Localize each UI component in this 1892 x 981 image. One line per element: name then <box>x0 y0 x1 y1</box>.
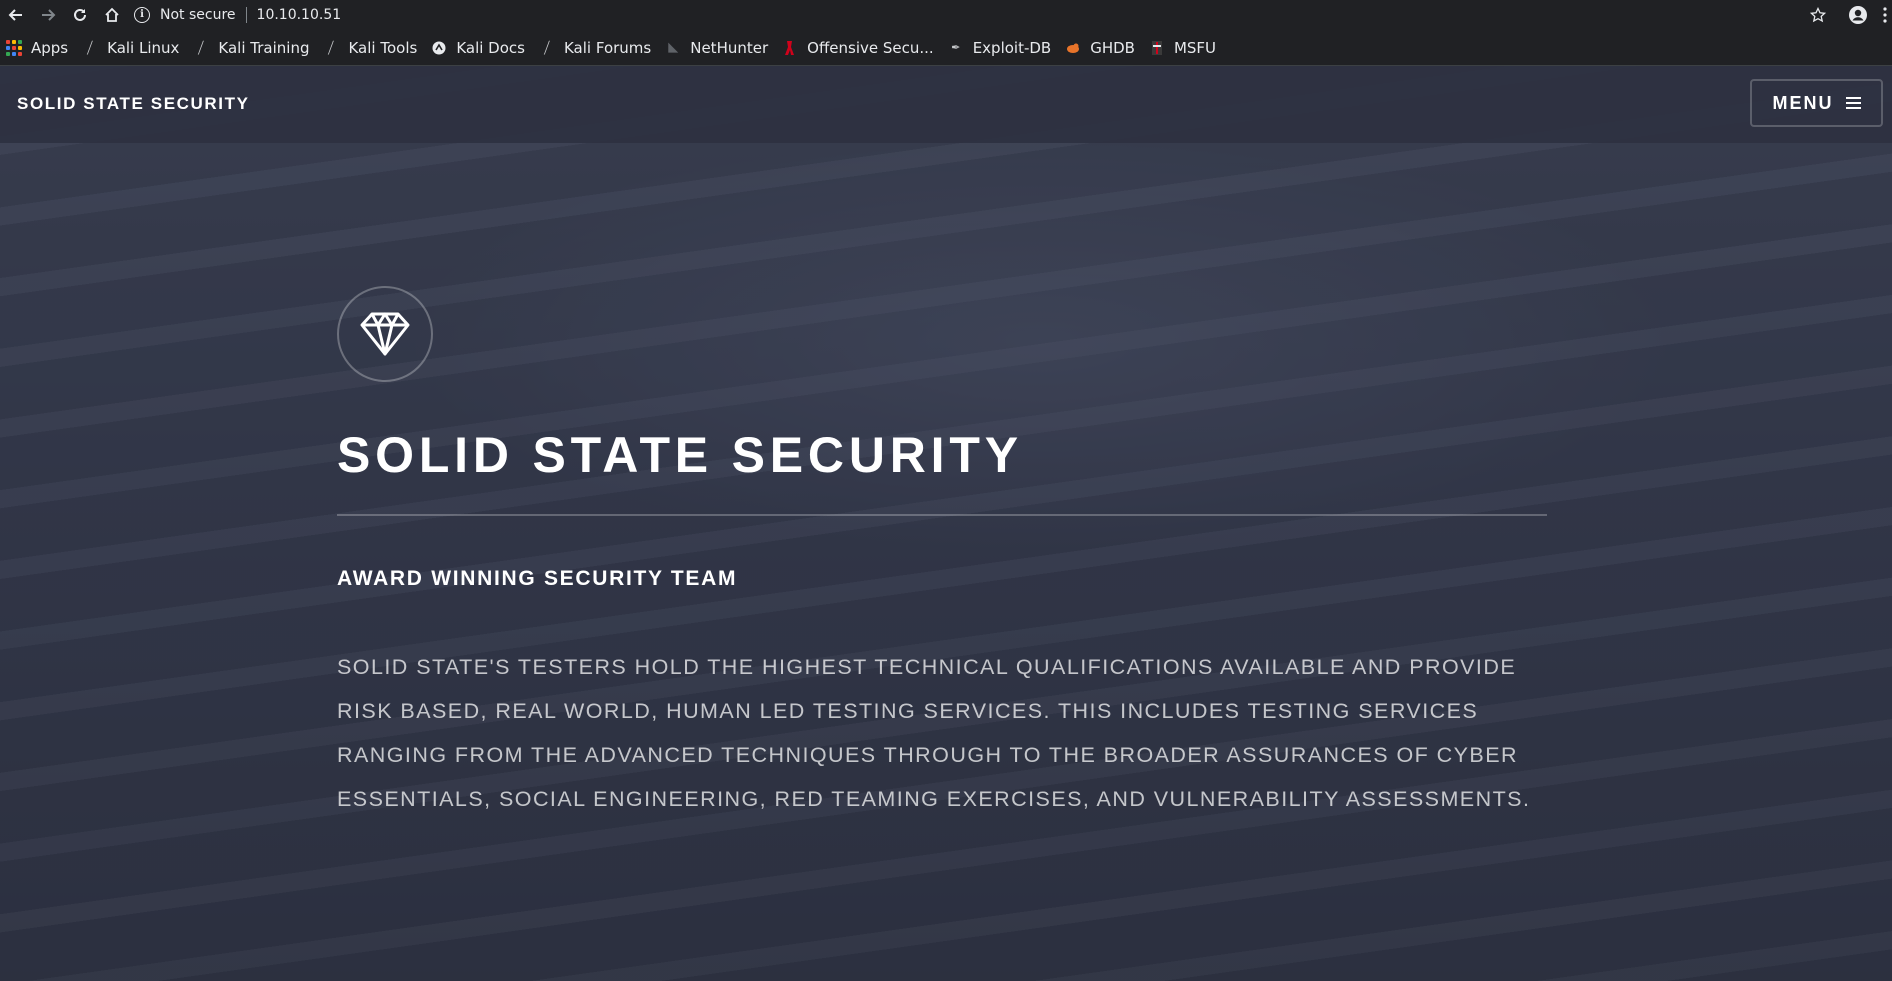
hamburger-icon <box>1845 97 1861 109</box>
page-subtitle: AWARD WINNING SECURITY TEAM <box>337 567 738 590</box>
bookmark-label: Kali Docs <box>456 38 525 57</box>
home-button[interactable] <box>96 0 128 30</box>
exploit-db-icon: ✒ <box>951 41 961 54</box>
forward-arrow-icon <box>42 9 56 21</box>
site-logo[interactable]: SOLID STATE SECURITY <box>17 94 250 114</box>
bookmark-kali-linux[interactable]: ⟋ Kali Linux <box>76 34 187 62</box>
bookmark-label: Exploit-DB <box>972 38 1052 57</box>
star-icon <box>1810 7 1826 23</box>
bookmark-kali-forums[interactable]: ⟋ Kali Forums <box>533 34 659 62</box>
title-divider <box>337 514 1547 516</box>
omnibox-separator <box>245 7 247 23</box>
profile-button[interactable] <box>1838 0 1878 30</box>
hero-description: SOLID STATE'S TESTERS HOLD THE HIGHEST T… <box>337 655 1531 811</box>
reload-button[interactable] <box>64 0 96 30</box>
back-button[interactable] <box>0 0 32 30</box>
reload-icon <box>74 8 86 21</box>
ghdb-icon <box>1065 40 1081 56</box>
offsec-icon <box>782 40 798 56</box>
kali-dragon-icon: ⟋ <box>193 37 210 58</box>
msfu-icon <box>1149 40 1165 56</box>
bookmark-label: GHDB <box>1090 38 1135 57</box>
bookmark-label: MSFU <box>1173 38 1217 57</box>
bookmark-label: Kali Linux <box>107 38 180 57</box>
menu-label: MENU <box>1772 92 1834 113</box>
bookmark-ghdb[interactable]: GHDB <box>1059 34 1143 62</box>
bookmark-label: Apps <box>31 38 69 57</box>
toolbar-right-actions <box>1798 0 1892 30</box>
bookmark-exploit-db[interactable]: ✒ Exploit-DB <box>942 34 1060 62</box>
kali-docs-icon <box>431 40 447 56</box>
bookmark-label: NetHunter <box>690 38 769 57</box>
address-bar[interactable]: i Not secure 10.10.10.51 <box>134 3 341 27</box>
kali-dragon-icon: ⟋ <box>82 37 99 58</box>
page-title: SOLID STATE SECURITY <box>337 427 1023 483</box>
diamond-icon <box>360 312 410 356</box>
kali-dragon-icon: ⟋ <box>323 37 340 58</box>
bookmark-label: Kali Training <box>218 38 310 57</box>
back-arrow-icon <box>8 9 22 21</box>
bookmark-kali-docs[interactable]: Kali Docs <box>425 34 533 62</box>
more-vert-icon <box>1883 7 1887 23</box>
bookmark-star-button[interactable] <box>1798 0 1838 30</box>
bookmark-label: Kali Forums <box>563 38 652 57</box>
bookmark-label: Offensive Secu... <box>807 38 934 57</box>
url-text: 10.10.10.51 <box>256 7 342 23</box>
hero-overlay <box>0 66 1892 981</box>
forward-button[interactable] <box>32 0 64 30</box>
bookmark-msfu[interactable]: MSFU <box>1143 34 1224 62</box>
bookmark-label: Kali Tools <box>348 38 418 57</box>
bookmark-offensive-security[interactable]: Offensive Secu... <box>776 34 942 62</box>
kali-dragon-icon: ⟋ <box>538 37 555 58</box>
menu-button[interactable]: MENU <box>1750 79 1883 127</box>
browser-toolbar: i Not secure 10.10.10.51 <box>0 0 1892 30</box>
more-options-button[interactable] <box>1878 0 1892 30</box>
page-viewport: SOLID STATE SECURITY MENU SOLID STATE SE… <box>0 66 1892 981</box>
account-icon <box>1849 6 1867 24</box>
bookmark-kali-training[interactable]: ⟋ Kali Training <box>187 34 317 62</box>
bookmarks-bar: Apps ⟋ Kali Linux ⟋ Kali Training ⟋ Kali… <box>0 30 1892 66</box>
info-icon[interactable]: i <box>134 7 150 23</box>
home-icon <box>105 7 119 22</box>
nethunter-icon: ◣ <box>668 40 679 55</box>
security-label: Not secure <box>160 7 236 23</box>
hero-logo-circle <box>337 286 433 382</box>
bookmark-kali-tools[interactable]: ⟋ Kali Tools <box>317 34 425 62</box>
apps-grid-icon <box>6 39 22 56</box>
bookmark-apps[interactable]: Apps <box>0 34 76 62</box>
bookmark-nethunter[interactable]: ◣ NetHunter <box>659 34 776 62</box>
site-header: SOLID STATE SECURITY MENU <box>0 66 1892 143</box>
